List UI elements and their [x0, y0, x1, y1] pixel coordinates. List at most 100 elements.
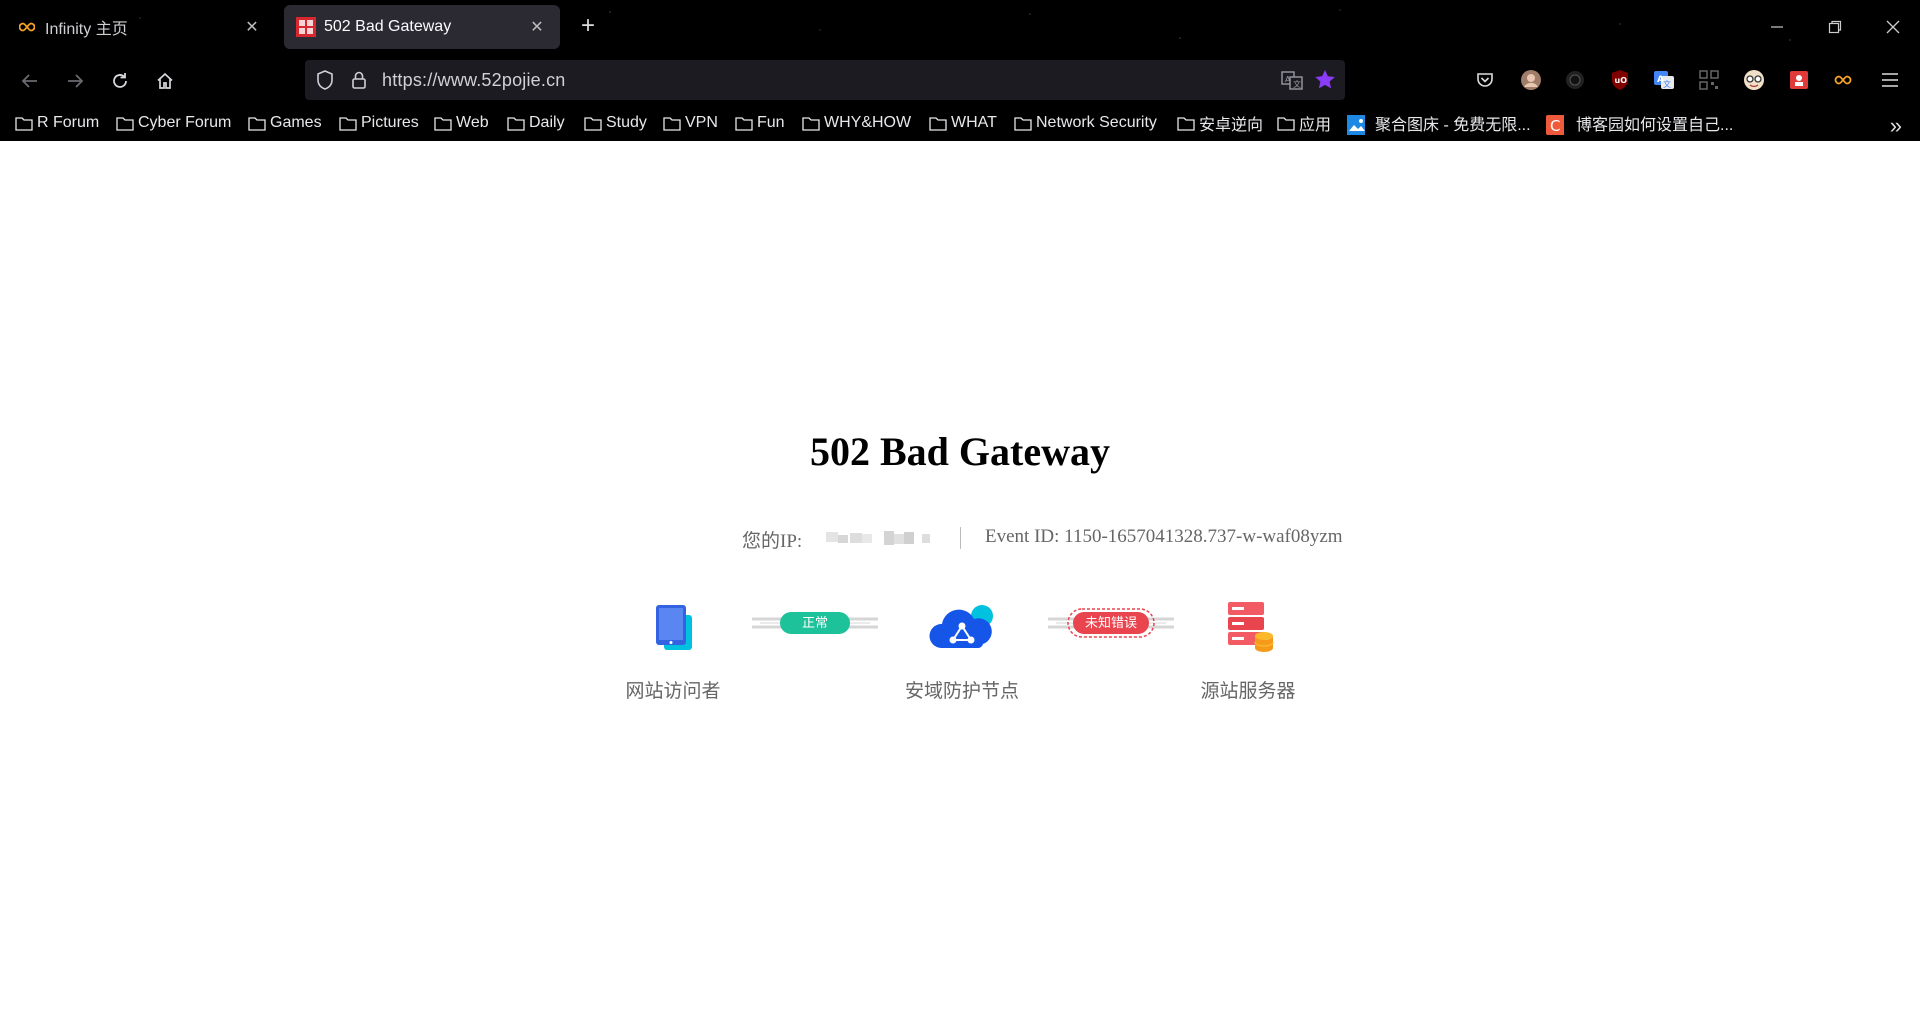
tab-title: Infinity 主页: [45, 21, 128, 38]
bookmark-folder-r-forum[interactable]: R Forum: [15, 111, 99, 135]
tab-infinity-home[interactable]: Infinity 主页 ✕: [5, 5, 275, 49]
folder-icon: [1277, 115, 1295, 131]
folder-icon: [735, 115, 753, 131]
bookmark-folder-daily[interactable]: Daily: [507, 111, 565, 135]
connection-flow-diagram: 网站访问者 正常 安域防护节点 未知错误 源站服务器: [0, 596, 1920, 716]
svg-text:C: C: [1550, 117, 1560, 135]
bookmark-label: Pictures: [361, 114, 419, 131]
bookmark-label: Games: [270, 114, 322, 131]
bookmark-link-image-host[interactable]: 聚合图床 - 免费无限...: [1347, 111, 1531, 135]
bookmark-label: R Forum: [37, 114, 100, 131]
52pojie-favicon: [296, 17, 316, 37]
bookmark-folder-cyber-forum[interactable]: Cyber Forum: [116, 111, 231, 135]
bookmark-folder-vpn[interactable]: VPN: [663, 111, 718, 135]
cloud-network-icon: [929, 596, 993, 656]
extension-red-icon[interactable]: [1787, 68, 1811, 92]
folder-icon: [1014, 115, 1032, 131]
account-avatar-icon[interactable]: [1519, 68, 1543, 92]
tab-bar: Infinity 主页 ✕ 502 Bad Gateway ✕ +: [0, 0, 1920, 54]
bookmark-label: Daily: [529, 114, 565, 131]
bookmarks-toolbar: R Forum Cyber Forum Games Pictures Web D…: [0, 108, 1920, 138]
new-tab-button[interactable]: +: [576, 14, 600, 39]
ublock-origin-icon[interactable]: uO: [1608, 68, 1632, 92]
folder-icon: [248, 115, 266, 131]
bookmark-label: 安卓逆向: [1199, 117, 1264, 134]
pocket-icon[interactable]: [1473, 68, 1497, 92]
close-tab-icon[interactable]: ✕: [526, 16, 548, 38]
event-id: Event ID: 1150-1657041328.737-w-waf08yzm: [985, 526, 1343, 547]
server-database-icon: [1218, 596, 1278, 656]
bookmark-label: Network Security: [1036, 114, 1157, 131]
bookmark-folder-games[interactable]: Games: [248, 111, 322, 135]
origin-server-label: 源站服务器: [1200, 681, 1296, 702]
visitor-node: 网站访问者: [593, 596, 753, 703]
status-ok-badge: 正常: [780, 612, 850, 634]
status-error-badge: 未知错误: [1073, 612, 1149, 634]
minimize-icon[interactable]: [1762, 14, 1792, 40]
tab-title: 502 Bad Gateway: [324, 18, 452, 35]
bookmark-folder-android-reverse[interactable]: 安卓逆向: [1177, 111, 1263, 135]
bookmark-folder-apps[interactable]: 应用: [1277, 111, 1331, 135]
error-page: 502 Bad Gateway 您的IP: Event ID: 1150-165…: [0, 141, 1920, 1030]
lock-icon[interactable]: [350, 69, 368, 96]
link-status-ok: 正常: [750, 608, 880, 638]
infinity-extension-icon[interactable]: [1831, 68, 1855, 92]
qr-code-icon[interactable]: [1697, 68, 1721, 92]
visitor-label: 网站访问者: [625, 681, 721, 702]
svg-text:文: 文: [1663, 79, 1671, 89]
url-bar[interactable]: https://www.52pojie.cn A文: [305, 60, 1345, 100]
restore-icon[interactable]: [1820, 14, 1850, 40]
bookmark-folder-network-security[interactable]: Network Security: [1014, 111, 1157, 135]
url-text[interactable]: https://www.52pojie.cn: [382, 70, 566, 91]
bookmark-folder-what[interactable]: WHAT: [929, 111, 997, 135]
bookmarks-overflow-chevron-icon[interactable]: »: [1890, 113, 1902, 139]
navigation-bar: https://www.52pojie.cn A文 uO A文: [0, 56, 1920, 106]
bookmark-star-icon[interactable]: [1313, 68, 1337, 97]
folder-icon: [929, 115, 947, 131]
google-translate-icon[interactable]: A文: [1652, 68, 1676, 92]
svg-text:uO: uO: [1615, 76, 1628, 85]
forward-arrow-icon[interactable]: [60, 66, 90, 96]
folder-icon: [507, 115, 525, 131]
translate-icon[interactable]: A文: [1281, 69, 1303, 96]
back-arrow-icon[interactable]: [15, 66, 45, 96]
image-host-favicon: [1347, 115, 1365, 135]
ip-address-redacted: [826, 529, 938, 547]
bookmark-label: 应用: [1299, 117, 1332, 134]
cnblogs-favicon: C: [1546, 115, 1564, 135]
folder-icon: [584, 115, 602, 131]
folder-icon: [434, 115, 452, 131]
bookmark-label: WHAT: [951, 114, 997, 131]
infinity-icon: [17, 17, 37, 37]
svg-text:A: A: [1285, 75, 1291, 84]
bookmark-folder-why-how[interactable]: WHY&HOW: [802, 111, 911, 135]
folder-icon: [116, 115, 134, 131]
close-tab-icon[interactable]: ✕: [241, 16, 263, 38]
menu-hamburger-icon[interactable]: [1878, 68, 1902, 92]
folder-icon: [339, 115, 357, 131]
info-separator: [960, 527, 961, 549]
bookmark-folder-fun[interactable]: Fun: [735, 111, 785, 135]
folder-icon: [802, 115, 820, 131]
bookmark-folder-web[interactable]: Web: [434, 111, 489, 135]
bookmark-link-cnblogs[interactable]: C 博客园如何设置自己...: [1546, 111, 1733, 135]
folder-icon: [15, 115, 33, 131]
close-window-icon[interactable]: [1878, 14, 1908, 40]
ip-label: 您的IP:: [742, 531, 803, 552]
extension-face-icon[interactable]: [1742, 68, 1766, 92]
reload-icon[interactable]: [105, 66, 135, 96]
bookmark-folder-pictures[interactable]: Pictures: [339, 111, 419, 135]
protection-node: 安域防护节点: [882, 596, 1042, 703]
bookmark-label: VPN: [685, 114, 718, 131]
bookmark-label: 聚合图床 - 免费无限...: [1375, 117, 1531, 134]
home-icon[interactable]: [150, 66, 180, 96]
bookmark-label: Fun: [757, 114, 785, 131]
dark-reader-icon[interactable]: [1563, 68, 1587, 92]
tab-502-bad-gateway[interactable]: 502 Bad Gateway ✕: [284, 5, 560, 49]
protection-node-label: 安域防护节点: [904, 681, 1019, 702]
page-title: 502 Bad Gateway: [810, 429, 1110, 474]
tracking-protection-shield-icon[interactable]: [315, 69, 335, 96]
tablet-device-icon: [643, 596, 703, 656]
bookmark-folder-study[interactable]: Study: [584, 111, 647, 135]
bookmark-label: Web: [456, 114, 489, 131]
